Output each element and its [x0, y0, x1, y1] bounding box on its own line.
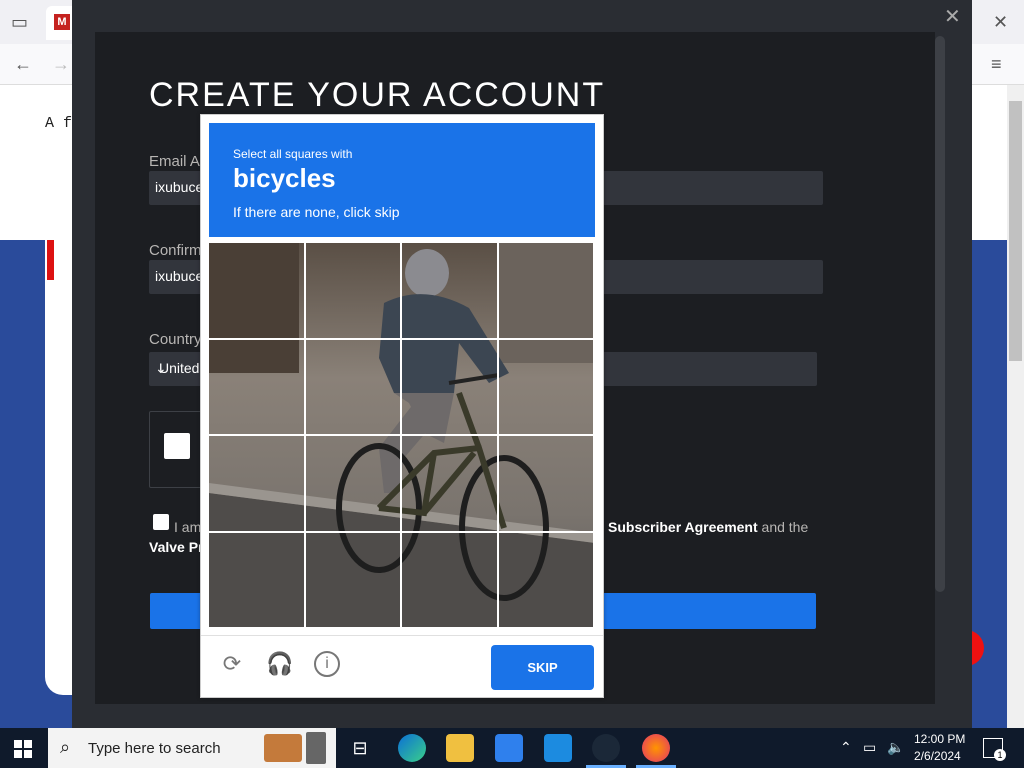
notification-badge: 1 — [994, 749, 1006, 761]
captcha-tile[interactable] — [209, 339, 306, 436]
email-value: ixubuce — [155, 179, 204, 195]
clock-date[interactable]: 2/6/2024 — [914, 749, 961, 763]
agree-text-suffix: Subscriber Agreement and the — [608, 519, 808, 535]
email-label: Email Ac — [149, 153, 208, 170]
captcha-tile[interactable] — [402, 436, 499, 533]
steam-icon[interactable] — [592, 734, 620, 762]
firefox-icon[interactable] — [642, 734, 670, 762]
network-icon[interactable]: ▭ — [863, 739, 876, 756]
edge-icon[interactable] — [398, 734, 426, 762]
refresh-icon[interactable]: ⟳ — [219, 651, 245, 677]
captcha-tile[interactable] — [498, 339, 595, 436]
captcha-tile[interactable] — [209, 243, 306, 340]
page-red-bar — [47, 240, 54, 280]
captcha-tile[interactable] — [305, 339, 402, 436]
modal-close-icon[interactable]: ✕ — [944, 4, 961, 29]
mail-icon[interactable] — [544, 734, 572, 762]
arrow-left-icon[interactable]: ← — [14, 54, 32, 74]
arrow-right-icon[interactable]: → — [52, 54, 70, 74]
captcha-tile[interactable] — [498, 243, 595, 340]
headphones-icon[interactable]: 🎧 — [266, 651, 293, 677]
taskbar-search[interactable]: ⌕ Type here to search — [48, 728, 336, 768]
close-icon[interactable]: ✕ — [993, 12, 1008, 32]
captcha-tile[interactable] — [305, 243, 402, 340]
captcha-tile[interactable] — [305, 532, 402, 629]
calculator-icon — [306, 732, 326, 764]
agree-text-rest: and the — [757, 519, 809, 535]
skip-button[interactable]: SKIP — [491, 645, 594, 690]
search-icon: ⌕ — [60, 737, 71, 757]
volume-muted-icon[interactable]: 🔈 — [887, 739, 904, 756]
captcha-challenge: Select all squares with bicycles If ther… — [200, 114, 604, 698]
captcha-tile[interactable] — [209, 532, 306, 629]
store-icon[interactable] — [495, 734, 523, 762]
captcha-tile[interactable] — [402, 339, 499, 436]
agree-checkbox[interactable] — [153, 514, 169, 530]
valve-privacy-link[interactable]: Valve Pr — [149, 539, 204, 555]
task-view-icon[interactable]: ⊟ — [346, 734, 374, 762]
page-title: CREATE YOUR ACCOUNT — [149, 76, 606, 114]
search-placeholder: Type here to search — [88, 740, 221, 757]
start-button[interactable] — [14, 740, 32, 758]
captcha-tile[interactable] — [498, 436, 595, 533]
captcha-tile[interactable] — [498, 532, 595, 629]
captcha-widget — [149, 411, 207, 488]
captcha-tile[interactable] — [402, 243, 499, 340]
captcha-image-grid — [209, 243, 595, 629]
modal-scrollbar[interactable] — [935, 36, 945, 592]
captcha-tile[interactable] — [305, 436, 402, 533]
gmail-icon: M — [54, 14, 70, 30]
chevron-up-icon[interactable]: ⌃ — [840, 739, 852, 756]
info-icon[interactable]: i — [314, 651, 340, 677]
captcha-footer: ⟳ 🎧 i SKIP — [201, 635, 603, 698]
captcha-header: Select all squares with bicycles If ther… — [209, 123, 595, 237]
country-label: Country — [149, 331, 202, 348]
clock-time[interactable]: 12:00 PM — [914, 732, 965, 746]
tab-overview-icon[interactable]: ▭ — [11, 12, 28, 32]
captcha-instruction: Select all squares with — [233, 147, 353, 161]
page-scrollbar[interactable] — [1007, 85, 1024, 728]
captcha-tile[interactable] — [402, 532, 499, 629]
file-explorer-icon[interactable] — [446, 734, 474, 762]
captcha-tile[interactable] — [209, 436, 306, 533]
confirm-email-value: ixubuce — [155, 268, 204, 284]
taskbar: ⌕ Type here to search ⊟ ⌃ ▭ 🔈 12:00 PM 2… — [0, 728, 1024, 768]
captcha-hint: If there are none, click skip — [233, 204, 400, 220]
page-scrollbar-thumb[interactable] — [1009, 101, 1022, 361]
confirm-email-label: Confirm — [149, 242, 202, 259]
agree-label: I am — [174, 519, 202, 535]
subscriber-agreement-link[interactable]: Subscriber Agreement — [608, 519, 758, 535]
hamburger-icon[interactable]: ≡ — [991, 54, 1002, 74]
wallet-icon — [264, 734, 302, 762]
captcha-target: bicycles — [233, 163, 336, 193]
captcha-checkbox[interactable] — [164, 433, 190, 459]
